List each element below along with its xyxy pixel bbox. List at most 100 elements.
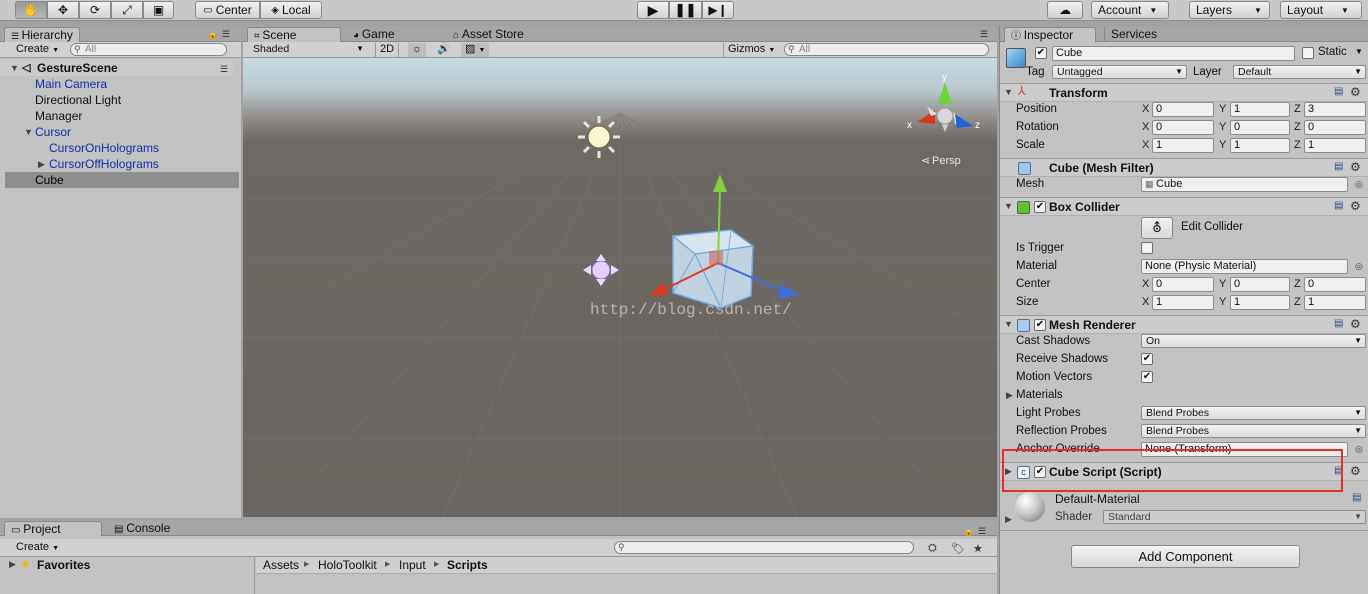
scene-audio-toggle[interactable]: 🔊: [433, 43, 455, 57]
hierarchy-item-cursor[interactable]: ▼ Cursor: [0, 124, 233, 140]
rotation-x-field[interactable]: 0: [1152, 120, 1214, 135]
size-x-field[interactable]: 1: [1152, 295, 1214, 310]
tab-asset-store[interactable]: ⌂ Asset Store: [447, 27, 530, 42]
move-tool-button[interactable]: ✥: [47, 1, 79, 19]
project-create-dropdown[interactable]: Create ▼: [12, 541, 63, 555]
filter-type-icon[interactable]: ⛭: [928, 542, 937, 555]
breadcrumb-holotoolkit[interactable]: HoloToolkit: [318, 557, 377, 573]
tab-scene[interactable]: ⌗ Scene: [247, 27, 341, 42]
step-button[interactable]: ▶❙: [702, 1, 734, 19]
materials-label[interactable]: Materials: [1016, 389, 1063, 401]
hierarchy-item-manager[interactable]: Manager: [0, 108, 233, 124]
layers-dropdown[interactable]: Layers ▼: [1189, 1, 1270, 19]
gear-icon[interactable]: ⚙: [1350, 85, 1361, 99]
reflection-probes-dropdown[interactable]: Blend Probes ▼: [1141, 424, 1366, 438]
mesh-filter-header[interactable]: Cube (Mesh Filter) ▤ ⚙: [1000, 158, 1368, 177]
expand-triangle-icon[interactable]: ▼: [24, 124, 33, 140]
help-book-icon[interactable]: ▤: [1334, 86, 1343, 97]
orientation-gizmo[interactable]: y x z: [907, 72, 980, 132]
object-name-field[interactable]: Cube: [1052, 46, 1295, 61]
favorites-label[interactable]: Favorites: [37, 558, 90, 572]
lock-icon[interactable]: 🔒: [207, 29, 218, 40]
rotation-y-field[interactable]: 0: [1230, 120, 1290, 135]
help-book-icon[interactable]: ▤: [1334, 318, 1343, 329]
cast-shadows-dropdown[interactable]: On ▼: [1141, 334, 1366, 348]
position-x-field[interactable]: 0: [1152, 102, 1214, 117]
mesh-field[interactable]: ▦ Cube: [1141, 177, 1348, 192]
expand-triangle-icon[interactable]: ▼: [1004, 87, 1013, 97]
breadcrumb-scripts[interactable]: Scripts: [447, 557, 488, 573]
edit-collider-button[interactable]: ⛢: [1141, 217, 1173, 239]
collapsed-triangle-icon[interactable]: ▶: [1005, 514, 1012, 525]
scene-search-input[interactable]: ⚲ All: [784, 43, 989, 56]
gear-icon[interactable]: ⚙: [1350, 317, 1361, 331]
hierarchy-item-cursor-on-holograms[interactable]: CursorOnHolograms: [0, 140, 233, 156]
tab-hierarchy[interactable]: ☰ Hierarchy: [4, 27, 80, 42]
size-y-field[interactable]: 1: [1230, 295, 1290, 310]
scale-x-field[interactable]: 1: [1152, 138, 1214, 153]
center-z-field[interactable]: 0: [1304, 277, 1366, 292]
pivot-center-toggle[interactable]: ▭ Center: [195, 1, 260, 19]
expand-triangle-icon[interactable]: ▼: [1004, 319, 1013, 329]
panel-menu-icon[interactable]: ☰: [980, 29, 988, 40]
mode-2d-toggle[interactable]: 2D: [375, 43, 400, 57]
gear-icon[interactable]: ⚙: [1350, 160, 1361, 174]
center-y-field[interactable]: 0: [1230, 277, 1290, 292]
pause-button[interactable]: ❚❚: [669, 1, 702, 19]
transform-header[interactable]: ▼ ⅄ Transform ▤ ⚙: [1000, 83, 1368, 102]
hierarchy-item-cube[interactable]: Cube: [5, 172, 239, 188]
help-book-icon[interactable]: ▤: [1334, 200, 1343, 211]
is-trigger-checkbox[interactable]: [1141, 242, 1153, 254]
collapsed-triangle-icon[interactable]: ▶: [1006, 390, 1013, 401]
shader-dropdown[interactable]: Standard ▼: [1103, 510, 1366, 524]
mesh-renderer-enabled-checkbox[interactable]: ✔: [1034, 319, 1046, 331]
box-collider-header[interactable]: ▼ ✔ Box Collider ▤ ⚙: [1000, 197, 1368, 216]
position-z-field[interactable]: 3: [1304, 102, 1366, 117]
size-z-field[interactable]: 1: [1304, 295, 1366, 310]
cursor-gizmo-icon[interactable]: [583, 254, 619, 286]
directional-light-icon[interactable]: [578, 116, 620, 158]
collapsed-triangle-icon[interactable]: ▶: [38, 156, 45, 172]
rotation-z-field[interactable]: 0: [1304, 120, 1366, 135]
active-checkbox[interactable]: ✔: [1035, 47, 1047, 59]
breadcrumb-input[interactable]: Input: [399, 557, 426, 573]
mesh-renderer-header[interactable]: ▼ ✔ Mesh Renderer ▤ ⚙: [1000, 315, 1368, 334]
help-book-icon[interactable]: ▤: [1352, 492, 1361, 503]
object-picker-icon[interactable]: ◎: [1355, 444, 1363, 455]
hierarchy-item-cursor-off-holograms[interactable]: ▶ CursorOffHolograms: [0, 156, 233, 172]
static-dropdown-icon[interactable]: ▼: [1355, 47, 1363, 56]
rect-tool-button[interactable]: ▣: [143, 1, 174, 19]
tab-game[interactable]: ◕ Game: [347, 27, 401, 42]
static-checkbox[interactable]: [1302, 47, 1314, 59]
hierarchy-item-main-camera[interactable]: Main Camera: [0, 76, 233, 92]
account-dropdown[interactable]: Account ▼: [1091, 1, 1169, 19]
hand-tool-button[interactable]: ✋: [15, 1, 47, 19]
scene-effects-dropdown[interactable]: ▨ ▼: [461, 43, 490, 57]
center-x-field[interactable]: 0: [1152, 277, 1214, 292]
panel-menu-icon[interactable]: ☰: [978, 526, 986, 537]
position-y-field[interactable]: 1: [1230, 102, 1290, 117]
layout-dropdown[interactable]: Layout ▼: [1280, 1, 1362, 19]
rotate-tool-button[interactable]: ⟳: [79, 1, 111, 19]
motion-vectors-checkbox[interactable]: ✔: [1141, 371, 1153, 383]
tag-dropdown[interactable]: Untagged ▼: [1052, 65, 1187, 79]
shading-mode-dropdown[interactable]: Shaded ▼: [249, 43, 367, 57]
projection-label[interactable]: Persp: [932, 155, 961, 167]
box-collider-enabled-checkbox[interactable]: ✔: [1034, 201, 1046, 213]
gear-icon[interactable]: ⚙: [1350, 199, 1361, 213]
object-picker-icon[interactable]: ◎: [1355, 261, 1363, 272]
tab-console[interactable]: ▤ Console: [108, 521, 176, 536]
gear-icon[interactable]: ⚙: [1350, 464, 1361, 478]
filter-label-icon[interactable]: 🏷: [951, 542, 965, 555]
help-book-icon[interactable]: ▤: [1334, 161, 1343, 172]
cube-object[interactable]: [671, 229, 755, 309]
lock-icon[interactable]: 🔒: [963, 526, 974, 537]
expand-triangle-icon[interactable]: ▼: [1004, 201, 1013, 211]
breadcrumb-assets[interactable]: Assets: [263, 557, 299, 573]
tab-services[interactable]: Services: [1104, 27, 1163, 42]
scale-tool-button[interactable]: ⤢: [111, 1, 143, 19]
panel-menu-icon[interactable]: ☰: [222, 29, 230, 40]
favorite-star-icon[interactable]: ★: [973, 542, 983, 555]
project-search-input[interactable]: ⚲: [614, 541, 914, 554]
scene-viewport[interactable]: http://blog.csdn.net/ y x z ⋖ Persp: [243, 58, 997, 517]
